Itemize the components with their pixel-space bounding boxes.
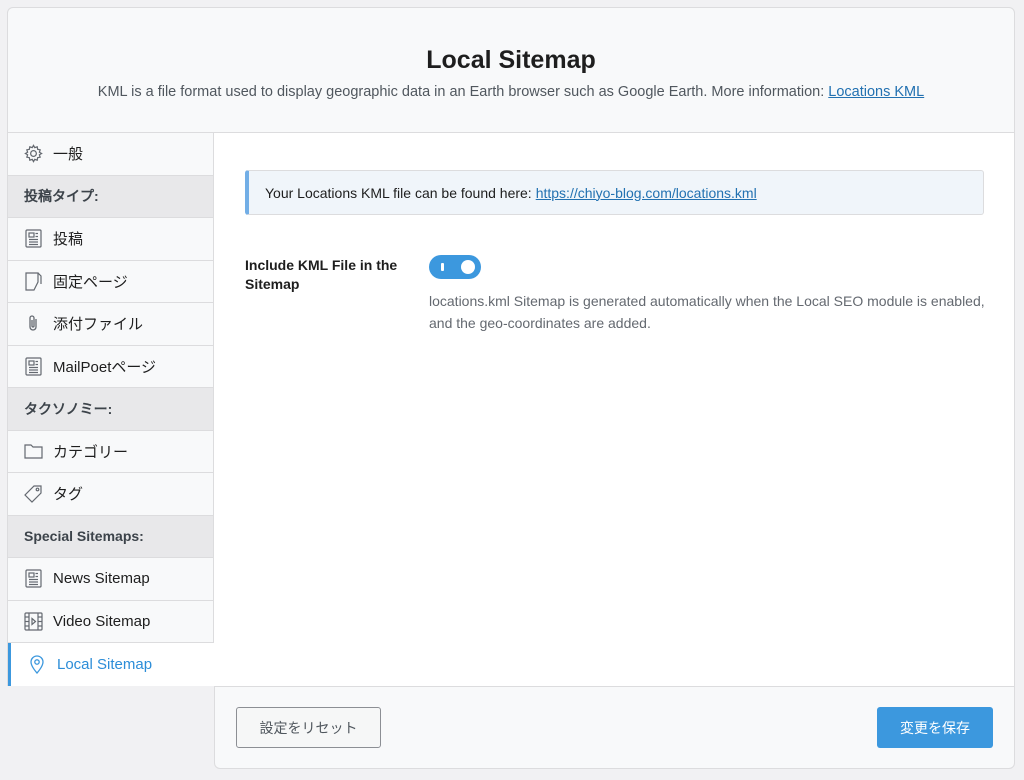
sidebar-item-label: 添付ファイル — [53, 316, 144, 334]
reset-settings-button[interactable]: 設定をリセット — [236, 707, 381, 748]
sidebar-item-label: タグ — [53, 486, 84, 504]
save-changes-button[interactable]: 変更を保存 — [877, 707, 993, 748]
sidebar-item-categories[interactable]: カテゴリー — [8, 430, 213, 473]
include-kml-description: locations.kml Sitemap is generated autom… — [429, 293, 985, 331]
locations-kml-link[interactable]: Locations KML — [828, 84, 924, 100]
include-kml-toggle[interactable] — [429, 255, 481, 279]
sidebar: 一般 投稿タイプ: 投稿 固定ページ 添付ファイル MailPoetページ タク… — [7, 133, 214, 686]
page-header: Local Sitemap KML is a file format used … — [7, 7, 1015, 133]
footer-actions: 設定をリセット 変更を保存 — [214, 686, 1015, 769]
video-icon — [23, 611, 43, 631]
sidebar-item-label: Local Sitemap — [57, 655, 153, 673]
folder-icon — [23, 441, 43, 461]
kml-file-link[interactable]: https://chiyo-blog.com/locations.kml — [536, 185, 757, 201]
sidebar-item-label: News Sitemap — [53, 570, 150, 588]
sidebar-item-label: MailPoetページ — [53, 358, 157, 376]
location-pin-icon — [27, 654, 47, 674]
sidebar-item-video-sitemap[interactable]: Video Sitemap — [8, 600, 213, 643]
main-content: Your Locations KML file can be found her… — [214, 133, 1015, 686]
page-icon — [23, 271, 43, 291]
sidebar-item-attachments[interactable]: 添付ファイル — [8, 303, 213, 346]
notice-text: Your Locations KML file can be found her… — [265, 184, 532, 201]
toggle-knob — [461, 260, 475, 274]
sidebar-item-general[interactable]: 一般 — [8, 133, 213, 176]
kml-location-notice: Your Locations KML file can be found her… — [245, 170, 984, 215]
sidebar-item-posts[interactable]: 投稿 — [8, 218, 213, 261]
sidebar-item-local-sitemap[interactable]: Local Sitemap — [8, 643, 214, 686]
sidebar-item-label: 一般 — [53, 146, 84, 164]
sidebar-item-label: Video Sitemap — [53, 612, 151, 630]
sidebar-item-news-sitemap[interactable]: News Sitemap — [8, 558, 213, 601]
sidebar-item-mailpoet[interactable]: MailPoetページ — [8, 345, 213, 388]
settings-panel: Local Sitemap KML is a file format used … — [7, 7, 1015, 769]
tag-icon — [23, 484, 43, 504]
page-description-text: KML is a file format used to display geo… — [97, 84, 829, 100]
include-kml-label: Include KML File in the Sitemap — [245, 257, 398, 292]
sidebar-item-label: 固定ページ — [53, 273, 128, 291]
sidebar-item-tags[interactable]: タグ — [8, 473, 213, 516]
sidebar-item-label: 投稿 — [53, 231, 84, 249]
sidebar-heading-special: Special Sitemaps: — [8, 515, 213, 558]
post-icon — [23, 229, 43, 249]
sidebar-heading-taxonomies: タクソノミー: — [8, 388, 213, 431]
news-icon — [23, 569, 43, 589]
sidebar-item-label: カテゴリー — [53, 443, 129, 461]
sidebar-heading-post-types: 投稿タイプ: — [8, 175, 213, 218]
post-icon — [23, 356, 43, 376]
page-title: Local Sitemap — [426, 46, 596, 74]
gear-icon — [23, 144, 43, 164]
paperclip-icon — [23, 314, 43, 334]
page-description: KML is a file format used to display geo… — [8, 84, 1014, 100]
toggle-on-indicator — [441, 263, 444, 271]
sidebar-item-pages[interactable]: 固定ページ — [8, 260, 213, 303]
